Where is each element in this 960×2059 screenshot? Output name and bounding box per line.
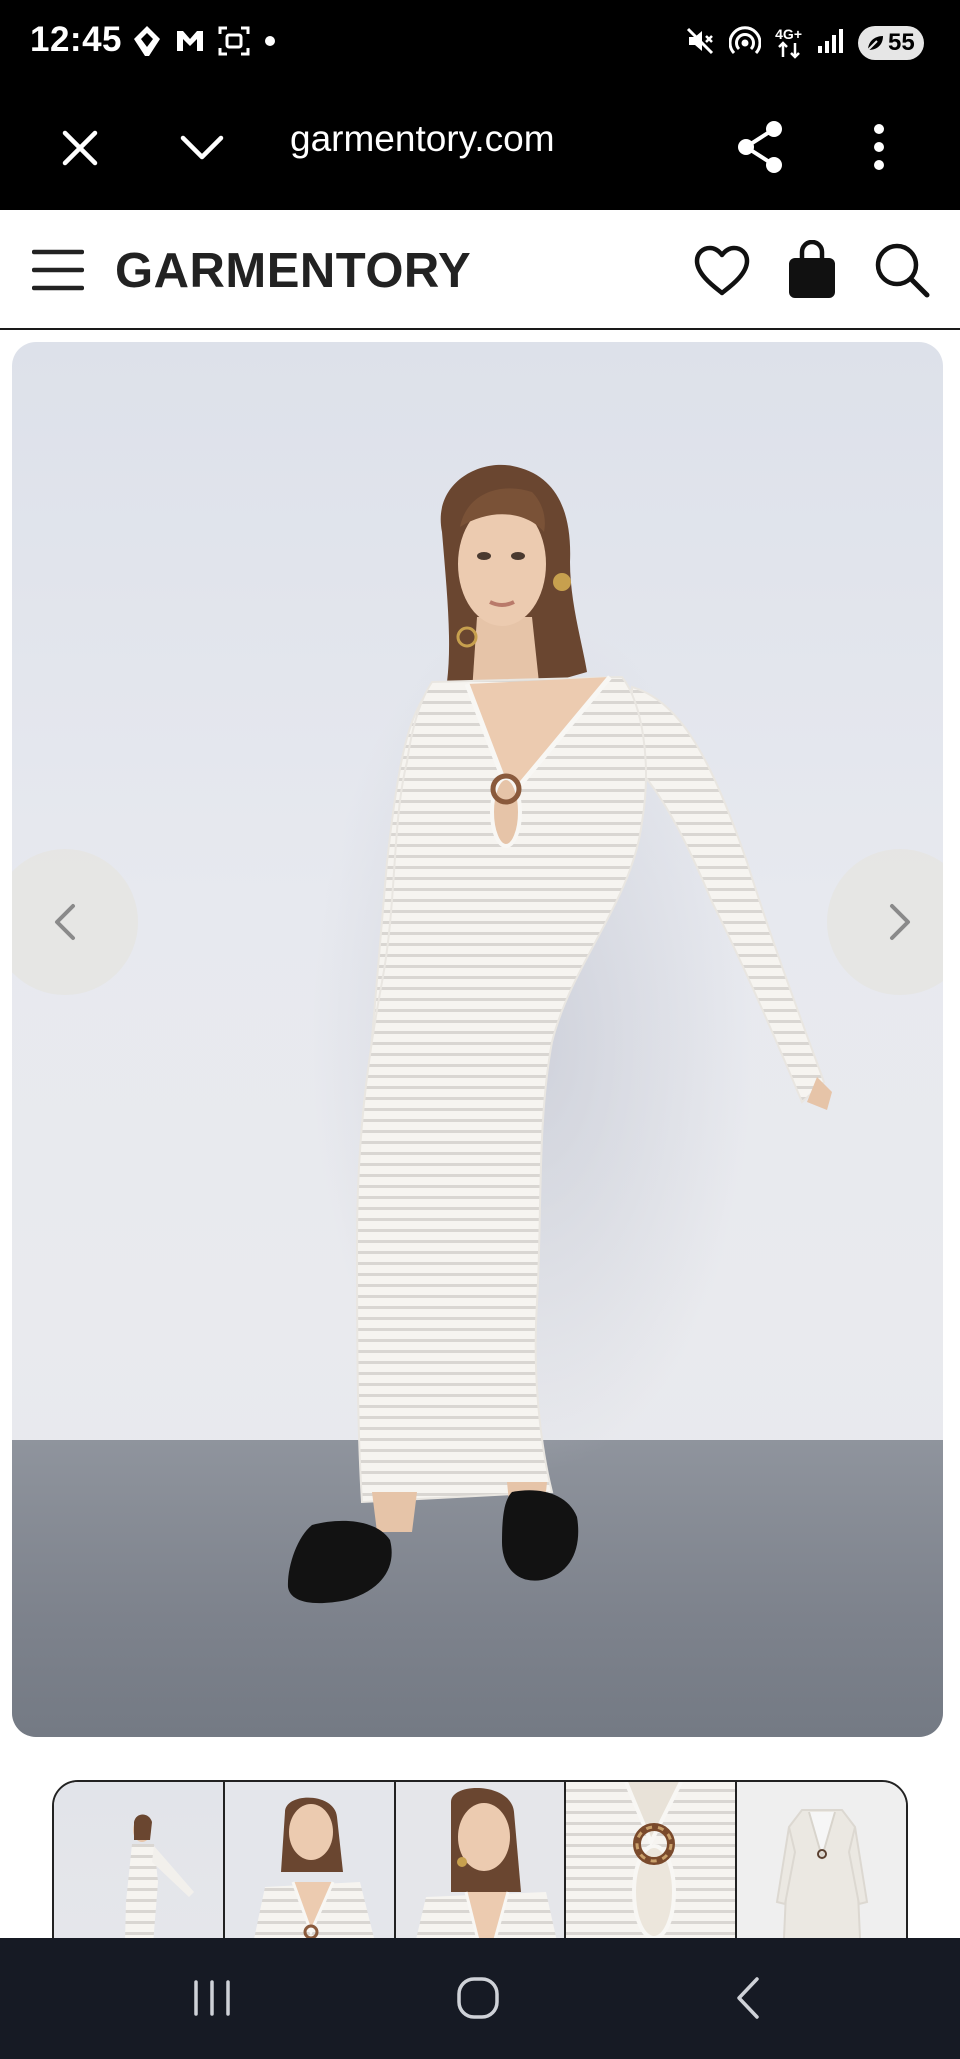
recents-button[interactable]	[180, 1968, 244, 2028]
model-figure	[287, 464, 832, 1604]
signal-icon	[816, 28, 844, 59]
status-bar: 12:45 4G+ 55	[0, 0, 960, 86]
share-button[interactable]	[730, 112, 790, 182]
system-nav-bar	[0, 1938, 960, 2059]
status-time: 12:45	[30, 20, 123, 59]
close-icon	[62, 130, 98, 166]
minimize-button[interactable]	[170, 118, 234, 178]
brand-logo[interactable]: GARMENTORY	[115, 243, 471, 299]
chevron-left-icon	[55, 904, 75, 940]
network-4g-icon: 4G+	[775, 27, 802, 59]
url-text[interactable]: garmentory.com	[290, 118, 555, 160]
share-icon	[738, 121, 782, 173]
gmail-icon	[176, 29, 204, 58]
chevron-right-icon	[890, 904, 910, 940]
back-icon	[737, 1977, 759, 2019]
back-button[interactable]	[716, 1968, 780, 2028]
product-image[interactable]	[12, 342, 943, 1737]
search-icon	[875, 243, 930, 298]
more-vert-icon	[874, 124, 884, 170]
cart-button[interactable]	[782, 236, 842, 304]
dot-icon	[264, 34, 276, 52]
battery-level: 55	[888, 29, 915, 56]
menu-button[interactable]	[30, 245, 86, 295]
browser-toolbar: garmentory.com	[0, 86, 960, 210]
battery-icon: 55	[858, 26, 924, 60]
site-header: GARMENTORY	[0, 210, 960, 330]
more-options-button[interactable]	[854, 112, 904, 182]
wishlist-button[interactable]	[690, 240, 754, 302]
search-button[interactable]	[870, 238, 934, 302]
heart-icon	[694, 245, 750, 296]
recents-icon	[194, 1980, 230, 2016]
diamond-icon	[132, 24, 162, 63]
hotspot-icon	[728, 25, 762, 62]
chevron-down-icon	[180, 135, 224, 160]
shopping-bag-icon	[789, 240, 835, 298]
home-icon	[457, 1977, 499, 2019]
mute-icon	[685, 26, 715, 61]
close-tab-button[interactable]	[50, 118, 110, 178]
menu-icon	[32, 249, 84, 291]
home-button[interactable]	[446, 1968, 510, 2028]
screenshot-icon	[218, 26, 250, 61]
